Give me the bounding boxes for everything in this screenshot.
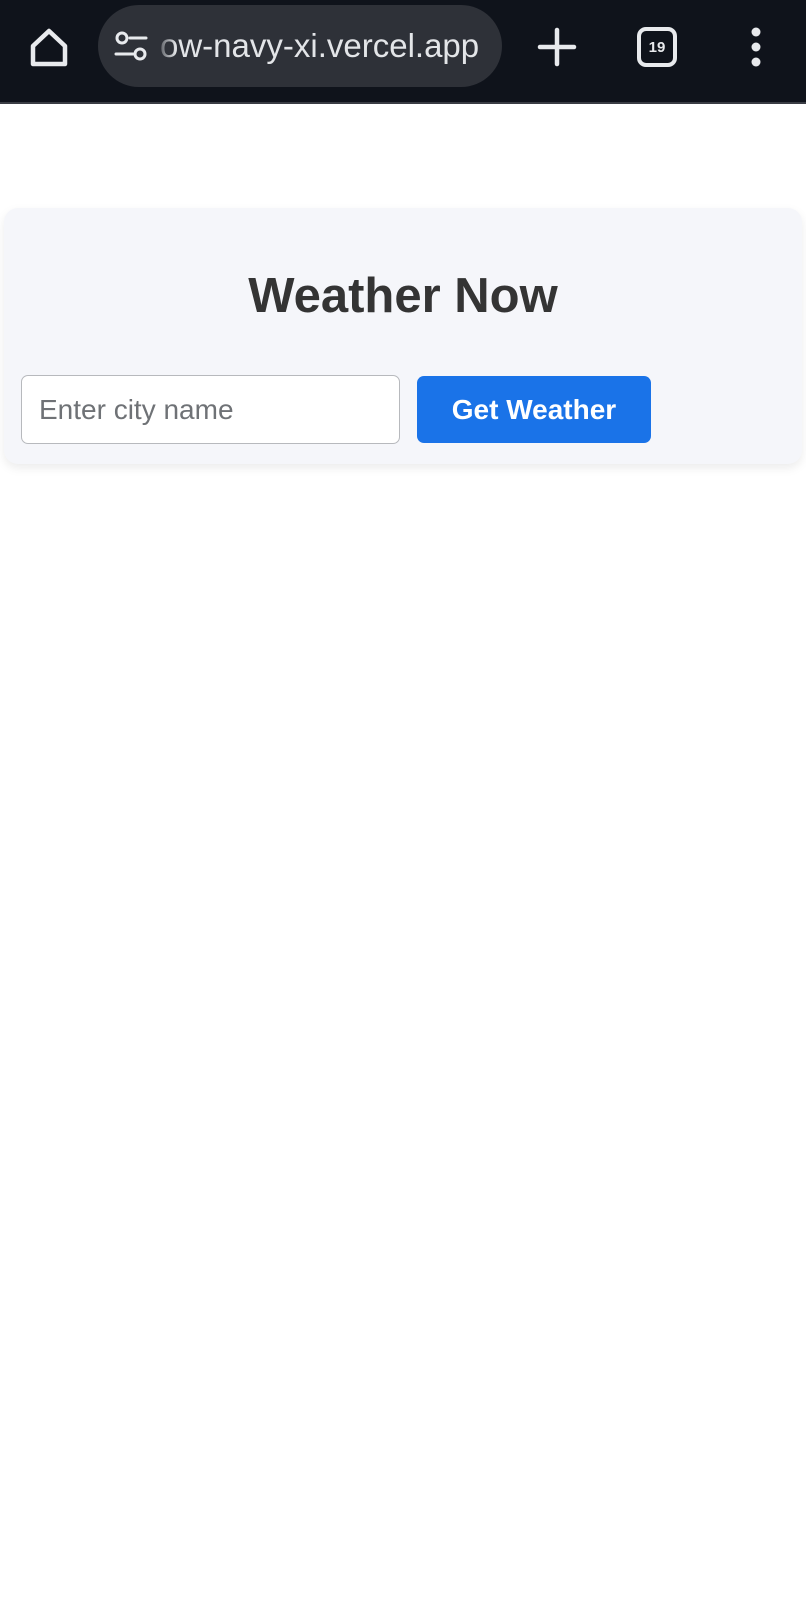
weather-card: Weather Now Get Weather — [4, 208, 802, 464]
home-button[interactable] — [24, 22, 74, 72]
tune-icon[interactable] — [114, 31, 148, 61]
url-fade — [154, 5, 176, 87]
more-vert-icon[interactable] — [740, 24, 772, 70]
address-bar[interactable]: ow-navy-xi.vercel.app — [98, 5, 502, 87]
plus-icon[interactable] — [534, 24, 580, 70]
page-title: Weather Now — [248, 269, 558, 323]
tab-switcher-button[interactable]: 19 — [637, 27, 677, 67]
city-input[interactable] — [21, 375, 400, 444]
url-text: ow-navy-xi.vercel.app — [160, 27, 480, 64]
tab-count: 19 — [648, 38, 666, 56]
home-icon — [30, 28, 68, 67]
get-weather-button[interactable]: Get Weather — [417, 376, 651, 443]
browser-toolbar: ow-navy-xi.vercel.app 19 — [0, 0, 806, 104]
